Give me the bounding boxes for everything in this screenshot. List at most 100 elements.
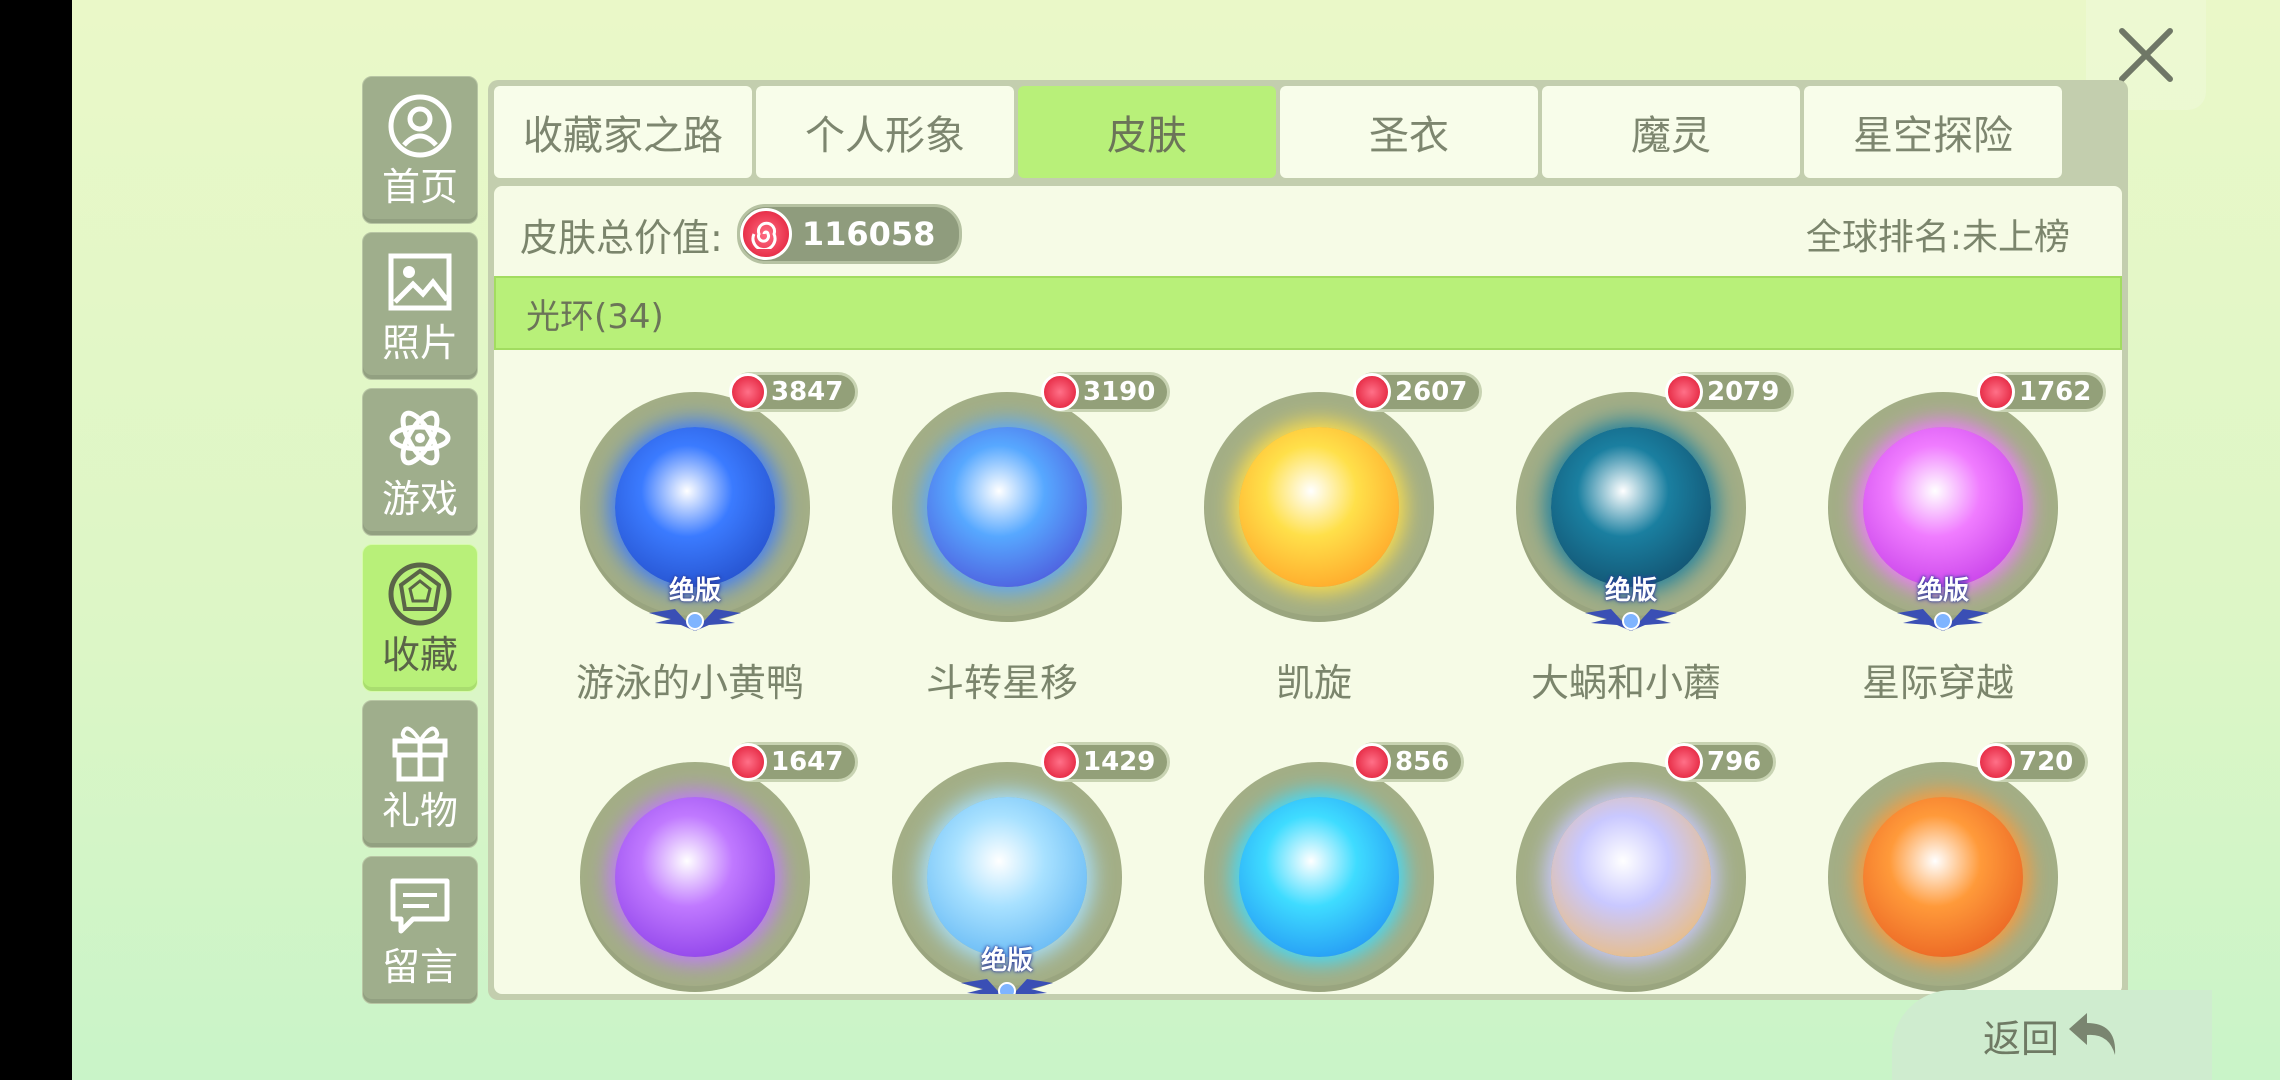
skin-item[interactable]: 1647 [534, 742, 859, 994]
badge-label: 绝版 [980, 946, 1033, 976]
badge-wings-icon [961, 979, 1053, 994]
skin-item[interactable]: 720 [1782, 742, 2094, 994]
skin-item[interactable]: 3190 斗转星移 [846, 372, 1171, 705]
badge-wings-icon [649, 609, 741, 631]
skin-item[interactable]: 796 [1470, 742, 1782, 994]
sidebar-item-photos[interactable]: 照片 [362, 232, 478, 380]
candy-currency-icon [729, 373, 767, 411]
skin-item[interactable]: 3847 绝版游泳的小黄鸭 [534, 372, 859, 705]
total-value-row: 皮肤总价值: 116058 [520, 204, 963, 264]
skin-name: 游泳的小黄鸭 [575, 661, 804, 705]
price-value: 2079 [1707, 377, 1780, 407]
skin-item[interactable]: 856 [1158, 742, 1470, 994]
price-value: 2607 [1395, 377, 1468, 407]
price-value: 720 [2019, 747, 2074, 777]
category-header[interactable]: 光环(34) [494, 276, 2122, 350]
price-tag: 2607 [1353, 372, 1483, 412]
price-value: 1647 [771, 747, 844, 777]
price-value: 3847 [771, 377, 844, 407]
limited-edition-badge: 绝版 [640, 577, 750, 635]
halo-skin-image [615, 797, 775, 957]
skin-orb-frame [1516, 762, 1746, 992]
price-tag: 1647 [729, 742, 859, 782]
price-tag: 1429 [1041, 742, 1171, 782]
skin-name: 星际穿越 [1861, 661, 2014, 705]
candy-currency-icon [1353, 743, 1391, 781]
candy-currency-icon [1665, 373, 1703, 411]
price-value: 3190 [1083, 377, 1156, 407]
halo-skin-image [615, 427, 775, 587]
close-icon [2119, 28, 2173, 82]
total-value: 116058 [801, 215, 936, 253]
price-tag: 1762 [1977, 372, 2107, 412]
collection-panel: 收藏家之路 个人形象 皮肤 圣衣 魔灵 星空探险 皮肤总价值: 116058 全 [488, 80, 2128, 1000]
badge-wings-icon [1585, 609, 1677, 631]
sidebar-item-label: 照片 [381, 321, 458, 365]
sidebar-item-gifts[interactable]: 礼物 [362, 700, 478, 848]
skin-item[interactable]: 1762 绝版星际穿越 [1782, 372, 2107, 705]
sidebar-item-home[interactable]: 首页 [362, 76, 478, 224]
halo-skin-image [927, 797, 1087, 957]
tab-holy-armor[interactable]: 圣衣 [1280, 86, 1538, 178]
price-tag: 3190 [1041, 372, 1171, 412]
skin-name: 大蜗和小蘑 [1530, 661, 1721, 705]
skin-orb-frame [580, 762, 810, 992]
halo-skin-image [1239, 427, 1399, 587]
category-label: 光环(34) [526, 296, 664, 337]
sidebar-item-label: 首页 [381, 165, 458, 209]
sidebar-item-games[interactable]: 游戏 [362, 388, 478, 536]
back-arrow-icon [2069, 1013, 2116, 1055]
tab-star-exploration[interactable]: 星空探险 [1804, 86, 2062, 178]
limited-edition-badge: 绝版 [1888, 577, 1998, 635]
price-value: 1429 [1083, 747, 1156, 777]
skin-orb-frame [892, 392, 1122, 622]
tab-spirits[interactable]: 魔灵 [1542, 86, 1800, 178]
skin-orb-frame [1204, 762, 1434, 992]
price-tag: 720 [1977, 742, 2089, 782]
candy-currency-icon [1353, 373, 1391, 411]
gift-icon [385, 715, 455, 785]
tab-personal-image[interactable]: 个人形象 [756, 86, 1014, 178]
skin-item[interactable]: 1429 绝版 [846, 742, 1171, 994]
price-tag: 796 [1665, 742, 1777, 782]
skin-item[interactable]: 2607 凯旋 [1158, 372, 1483, 705]
sidebar: 首页 照片 游戏 收藏 礼物 留言 [362, 76, 480, 1004]
total-value-label: 皮肤总价值: [520, 215, 723, 260]
halo-skin-image [1551, 427, 1711, 587]
sidebar-item-messages[interactable]: 留言 [362, 856, 478, 1004]
gem-icon [385, 559, 455, 629]
atom-icon [385, 403, 455, 473]
sidebar-item-label: 留言 [381, 945, 458, 989]
candy-currency-icon [1041, 743, 1079, 781]
limited-edition-badge: 绝版 [1576, 577, 1686, 635]
skin-item[interactable]: 2079 绝版大蜗和小蘑 [1470, 372, 1795, 705]
item-grid: 3847 绝版 游泳的小黄鸭 3190 斗转星移 2607 凯旋 2079 绝版 大蜗和小蘑 176… [534, 372, 2107, 994]
global-rank: 全球排名:未上榜 [1805, 217, 2070, 258]
candy-currency-icon [1665, 743, 1703, 781]
candy-currency-icon [1977, 373, 2015, 411]
price-tag: 3847 [729, 372, 859, 412]
home-person-icon [385, 91, 455, 161]
candy-currency-icon [729, 743, 767, 781]
price-value: 796 [1707, 747, 1762, 777]
halo-skin-image [1863, 797, 2023, 957]
back-label: 返回 [1982, 1016, 2059, 1061]
price-tag: 856 [1353, 742, 1465, 782]
tab-bar: 收藏家之路 个人形象 皮肤 圣衣 魔灵 星空探险 [494, 86, 2062, 178]
message-icon [385, 871, 455, 941]
tab-skins[interactable]: 皮肤 [1018, 86, 1276, 178]
halo-skin-image [1551, 797, 1711, 957]
skin-name: 斗转星移 [925, 661, 1078, 705]
candy-currency-icon [1977, 743, 2015, 781]
price-tag: 2079 [1665, 372, 1795, 412]
total-value-pill: 116058 [736, 204, 963, 264]
badge-label: 绝版 [668, 576, 721, 606]
skin-orb-frame [1828, 762, 2058, 992]
photo-icon [385, 247, 455, 317]
sidebar-item-collection[interactable]: 收藏 [362, 544, 478, 692]
candy-currency-icon [1041, 373, 1079, 411]
tab-collector-road[interactable]: 收藏家之路 [494, 86, 752, 178]
back-button[interactable]: 返回 [1892, 990, 2212, 1080]
skin-name: 凯旋 [1275, 661, 1352, 705]
game-screen: 首页 照片 游戏 收藏 礼物 留言 收藏家之路 个人形象 皮肤 圣衣 魔灵 星空… [72, 0, 2280, 1080]
